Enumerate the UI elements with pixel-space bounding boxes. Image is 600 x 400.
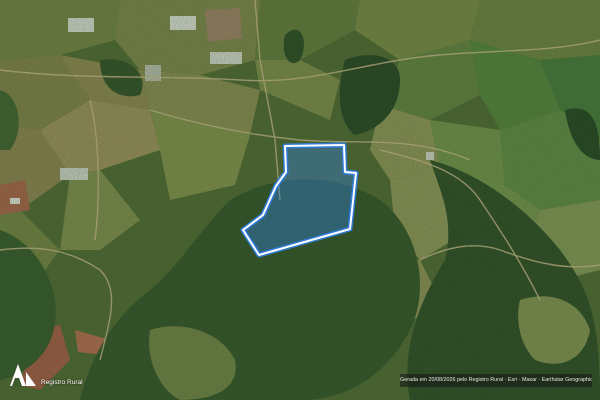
map-attribution: Gerada em 20/08/2026 pelo Registro Rural… xyxy=(400,374,592,387)
registro-rural-logo: Registro Rural xyxy=(9,360,83,390)
satellite-image xyxy=(0,0,600,400)
satellite-map[interactable]: Registro Rural Gerada em 20/08/2026 pelo… xyxy=(0,0,600,400)
logo-label: Registro Rural xyxy=(41,378,83,386)
registro-rural-logo-icon xyxy=(10,364,36,386)
